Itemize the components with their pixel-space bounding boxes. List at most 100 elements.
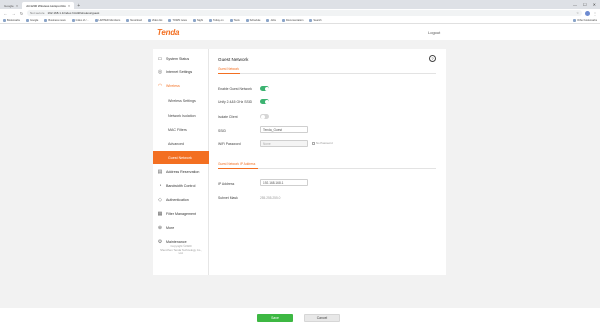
star-icon[interactable]: ☆ bbox=[576, 11, 579, 15]
bookmark-item[interactable]: Jobs bbox=[266, 18, 276, 22]
unify-ssid-toggle[interactable] bbox=[260, 99, 269, 104]
bookmark-icon bbox=[192, 18, 196, 22]
sidebar-item-guest-network[interactable]: Guest Network bbox=[153, 151, 209, 164]
sidebar-item-filter-management[interactable]: ▦ Filter Management bbox=[153, 207, 209, 220]
no-password-checkbox[interactable]: No Password bbox=[312, 141, 333, 145]
bookmark-item[interactable]: Night bbox=[192, 18, 203, 22]
back-icon[interactable]: ← bbox=[3, 11, 8, 16]
sidebar-item-bandwidth-control[interactable]: ◔ Bandwidth Control bbox=[153, 179, 209, 192]
menu-icon[interactable]: ⋮ bbox=[593, 11, 597, 16]
bookmark-icon bbox=[147, 18, 151, 22]
bookmark-item[interactable]: Index of /... bbox=[71, 18, 89, 22]
globe-icon: ◎ bbox=[157, 68, 163, 75]
ip-address-label: IP Address bbox=[218, 182, 235, 186]
bookmark-icon bbox=[94, 18, 98, 22]
sidebar-item-label: Maintenance bbox=[166, 239, 187, 244]
cancel-button[interactable]: Cancel bbox=[304, 314, 340, 322]
save-button[interactable]: Save bbox=[257, 314, 293, 322]
bookmark-icon bbox=[71, 18, 75, 22]
section-underline bbox=[218, 73, 240, 74]
tab-label: AC1200 Wireless Hotspot Router bbox=[26, 3, 66, 8]
bookmark-item[interactable]: LIMITED Members bbox=[94, 18, 120, 22]
maximize-icon[interactable]: ☐ bbox=[583, 2, 587, 7]
bookmark-item[interactable]: Search bbox=[309, 18, 322, 22]
content-area: Guest Network ? Guest Network Enable Gue… bbox=[216, 49, 442, 275]
section-underline bbox=[218, 168, 258, 169]
monitor-icon: ▭ bbox=[157, 55, 163, 62]
browser-tab-router[interactable]: AC1200 Wireless Hotspot Router ✕ bbox=[22, 2, 75, 9]
close-icon[interactable]: ✕ bbox=[68, 4, 71, 8]
bookmark-icon bbox=[266, 18, 270, 22]
bookmarks-bar: Bookmarks Google Business news Index of … bbox=[0, 17, 600, 24]
security-label[interactable]: Not secure bbox=[30, 11, 45, 15]
minimize-icon[interactable]: — bbox=[573, 2, 577, 7]
sidebar-item-internet-settings[interactable]: ◎ Internet Settings bbox=[153, 65, 209, 78]
section-heading-ip: Guest Network IP Address bbox=[218, 162, 256, 166]
section-heading-guest-network: Guest Network bbox=[218, 67, 240, 71]
sidebar-item-label: Internet Settings bbox=[166, 69, 193, 74]
bookmark-icon bbox=[309, 18, 313, 22]
sidebar-item-authentication[interactable]: ◇ Authentication bbox=[153, 193, 209, 206]
logout-link[interactable]: Logout bbox=[428, 30, 440, 35]
close-window-icon[interactable]: ✕ bbox=[593, 2, 596, 7]
browser-tab-google[interactable]: Google ✕ bbox=[0, 2, 22, 9]
sidebar-item-label: Authentication bbox=[166, 197, 189, 202]
checkbox-icon[interactable] bbox=[312, 141, 315, 145]
bookmark-item[interactable]: Google bbox=[25, 18, 38, 22]
sidebar: ▭ System Status ◎ Internet Settings ◠ Wi… bbox=[153, 49, 209, 275]
page-title: Guest Network bbox=[218, 57, 249, 62]
bookmark-item[interactable]: Documentation bbox=[281, 18, 303, 22]
ssid-label: SSID bbox=[218, 129, 226, 133]
sidebar-item-label: Advanced bbox=[168, 141, 184, 146]
other-bookmarks[interactable]: Other bookmarks bbox=[573, 18, 597, 22]
browser-tab-bar: Google ✕ AC1200 Wireless Hotspot Router … bbox=[0, 0, 600, 9]
sidebar-item-system-status[interactable]: ▭ System Status bbox=[153, 52, 209, 65]
bandwidth-icon: ◔ bbox=[158, 182, 162, 189]
sidebar-item-wireless-settings[interactable]: Wireless Settings bbox=[153, 94, 209, 107]
bookmark-icon bbox=[25, 18, 29, 22]
help-icon[interactable]: ? bbox=[429, 55, 436, 62]
filter-icon: ▦ bbox=[157, 210, 163, 217]
sidebar-item-address-reservation[interactable]: ▤ Address Reservation bbox=[153, 165, 209, 178]
bookmark-icon bbox=[126, 18, 130, 22]
tab-label: Google bbox=[4, 3, 14, 8]
wifi-password-input[interactable]: None bbox=[260, 140, 308, 147]
subnet-mask-value: 255.255.255.0 bbox=[260, 196, 281, 200]
bookmark-item[interactable]: Bookmarks bbox=[3, 18, 20, 22]
sidebar-item-label: Wireless bbox=[166, 83, 180, 88]
address-bar-row: ← → ↻ Not secure 192.168.1.1/index.html#… bbox=[0, 9, 600, 17]
bookmark-item[interactable]: Schedule bbox=[245, 18, 260, 22]
sidebar-item-label: More bbox=[166, 225, 175, 230]
bookmark-item[interactable]: Tools bbox=[229, 18, 240, 22]
address-icon: ▤ bbox=[157, 168, 163, 175]
avatar[interactable] bbox=[585, 10, 590, 16]
sidebar-item-wireless[interactable]: ◠ Wireless bbox=[153, 79, 209, 92]
reload-icon[interactable]: ↻ bbox=[19, 11, 24, 16]
enable-guest-toggle[interactable] bbox=[260, 86, 269, 91]
ip-address-input[interactable]: 192.168.168.1 bbox=[260, 179, 308, 186]
sidebar-item-advanced[interactable]: Advanced bbox=[153, 137, 209, 150]
isolate-client-toggle[interactable] bbox=[260, 114, 269, 119]
page-header: Tenda Logout bbox=[0, 24, 600, 40]
sidebar-item-label: Guest Network bbox=[168, 155, 192, 160]
bookmark-item[interactable]: Business news bbox=[44, 18, 66, 22]
sidebar-item-network-isolation[interactable]: Network Isolation bbox=[153, 109, 209, 122]
bookmark-item[interactable]: Nextcloud bbox=[126, 18, 142, 22]
isolate-client-label: Isolate Client bbox=[218, 115, 238, 119]
bookmark-item[interactable]: Video list bbox=[147, 18, 162, 22]
enable-guest-label: Enable Guest Network bbox=[218, 87, 252, 91]
bookmark-item[interactable]: Today on bbox=[209, 18, 224, 22]
more-icon: ⊕ bbox=[157, 224, 163, 231]
wifi-icon: ◠ bbox=[157, 82, 163, 89]
sidebar-item-mac-filters[interactable]: MAC Filters bbox=[153, 123, 209, 136]
forward-icon[interactable]: → bbox=[11, 11, 16, 16]
bookmark-icon bbox=[281, 18, 285, 22]
close-icon[interactable]: ✕ bbox=[16, 4, 19, 8]
ssid-input[interactable]: Tenda_Guest bbox=[260, 126, 308, 133]
subnet-mask-label: Subnet Mask bbox=[218, 196, 238, 200]
bookmark-item[interactable]: TOWN news bbox=[168, 18, 187, 22]
url-input[interactable]: Not secure 192.168.1.1/index.html#/wirel… bbox=[27, 10, 582, 16]
wifi-password-label: WiFi Password bbox=[218, 142, 241, 146]
tenda-logo: Tenda bbox=[157, 28, 180, 37]
sidebar-item-more[interactable]: ⊕ More bbox=[153, 221, 209, 234]
